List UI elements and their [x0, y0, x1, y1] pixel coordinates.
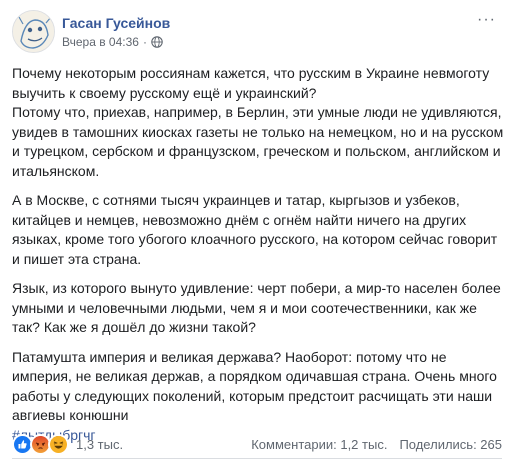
reactions-summary[interactable]: 1,3 тыс. [12, 433, 123, 455]
globe-icon[interactable] [151, 36, 163, 48]
post-header: Гасан Гусейнов Вчера в 04:36 · ··· [12, 10, 502, 54]
post-stats: Комментарии: 1,2 тыс. Поделились: 265 [239, 437, 502, 452]
post-paragraph-1: Почему некоторым россиянам кажется, что … [12, 65, 504, 179]
facebook-post: Гасан Гусейнов Вчера в 04:36 · ··· Почем… [0, 0, 512, 471]
more-options-button[interactable]: ··· [477, 12, 496, 28]
comments-count-link[interactable]: Комментарии: 1,2 тыс. [251, 437, 387, 452]
post-meta: Вчера в 04:36 · [62, 35, 163, 49]
post-timestamp[interactable]: Вчера в 04:36 [62, 35, 139, 49]
haha-icon [48, 433, 69, 455]
post-paragraph-2: А в Москве, с сотнями тысяч украинцев и … [12, 192, 498, 267]
post-paragraph-4: Патамушта империя и великая держава? Нао… [12, 348, 497, 424]
shares-count-link[interactable]: Поделились: 265 [399, 437, 502, 452]
post-paragraph-3: Язык, из которого вынуто удивление: черт… [12, 280, 501, 335]
author-name[interactable]: Гасан Гусейнов [62, 15, 170, 31]
post-footer: 1,3 тыс. Комментарии: 1,2 тыс. Поделилис… [12, 430, 502, 459]
meta-separator: · [142, 35, 147, 49]
reaction-count[interactable]: 1,3 тыс. [76, 437, 123, 452]
post-body: Почему некоторым россиянам кажется, что … [12, 64, 504, 445]
avatar[interactable] [12, 10, 55, 53]
